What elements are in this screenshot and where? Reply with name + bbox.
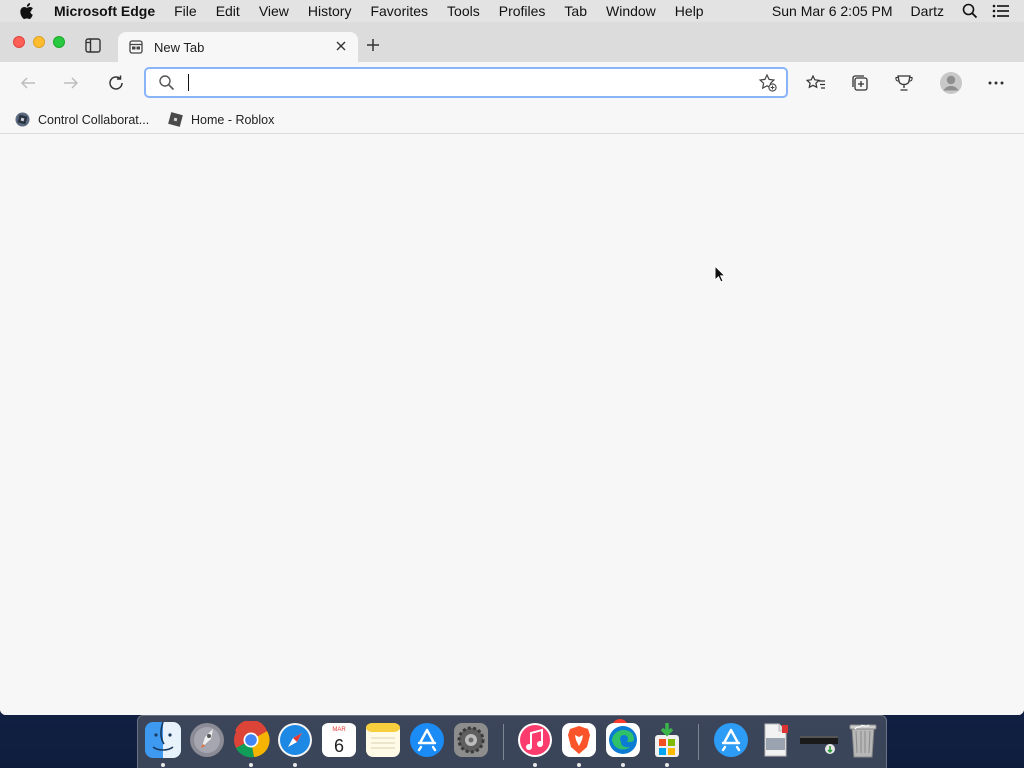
calendar-month: MAR: [332, 727, 346, 733]
roblox-icon: [167, 111, 184, 128]
launchpad-icon[interactable]: [188, 721, 226, 759]
address-input[interactable]: [186, 73, 746, 93]
mouse-cursor-icon: [714, 264, 727, 288]
menu-app-name[interactable]: Microsoft Edge: [54, 3, 155, 19]
menu-view[interactable]: View: [259, 3, 289, 19]
brave-icon[interactable]: [560, 721, 598, 759]
close-tab-icon[interactable]: [335, 40, 347, 52]
dock: MAR6 1: [137, 715, 887, 768]
roblox-studio-icon: [14, 111, 31, 128]
tab-strip: New Tab: [0, 22, 1024, 62]
menu-tab[interactable]: Tab: [564, 3, 587, 19]
favorites-bar: Control Collaborat... Home - Roblox: [0, 104, 1024, 134]
tab-title: New Tab: [154, 39, 205, 55]
installer-icon[interactable]: [648, 721, 686, 759]
app-store-icon[interactable]: [408, 721, 446, 759]
navigation-toolbar: [0, 62, 1024, 104]
app-store-folder-icon[interactable]: [712, 721, 750, 759]
profile-avatar[interactable]: [938, 70, 964, 96]
zoom-window-button[interactable]: [53, 36, 65, 48]
running-indicator: [621, 763, 625, 767]
new-tab-button[interactable]: [365, 37, 383, 55]
notes-icon[interactable]: [364, 721, 402, 759]
collections-button[interactable]: [849, 72, 871, 94]
more-options-icon[interactable]: [985, 72, 1007, 94]
control-center-icon[interactable]: [992, 4, 1010, 18]
menu-bar: Microsoft Edge File Edit View History Fa…: [0, 0, 1024, 22]
text-cursor: [188, 74, 189, 91]
menubar-clock[interactable]: Sun Mar 6 2:05 PM: [772, 3, 893, 19]
calendar-icon[interactable]: MAR 6: [320, 721, 358, 759]
menu-file[interactable]: File: [174, 3, 197, 19]
apple-menu-icon[interactable]: [20, 3, 38, 19]
tab-new-tab[interactable]: New Tab: [118, 32, 358, 62]
running-indicator: [665, 763, 669, 767]
search-icon: [158, 74, 176, 92]
calendar-day: 6: [334, 736, 344, 756]
running-indicator: [533, 763, 537, 767]
chrome-icon[interactable]: [232, 719, 270, 759]
running-indicator: [161, 763, 165, 767]
browser-window: New Tab Control Collaborat... Home - Rob…: [0, 22, 1024, 715]
forward-button[interactable]: [60, 72, 82, 94]
safari-icon[interactable]: [276, 721, 314, 759]
bookmark-item[interactable]: Home - Roblox: [167, 111, 274, 128]
new-tab-page-icon: [129, 40, 143, 54]
bookmark-label: Home - Roblox: [191, 112, 275, 127]
tab-actions-icon[interactable]: [85, 38, 103, 54]
edge-icon[interactable]: [604, 721, 642, 759]
menu-history[interactable]: History: [308, 3, 352, 19]
dock-separator: [698, 724, 699, 760]
add-favorite-icon[interactable]: [758, 73, 778, 93]
menubar-user[interactable]: Dartz: [911, 3, 944, 19]
spotlight-icon[interactable]: [962, 3, 978, 19]
close-window-button[interactable]: [13, 36, 25, 48]
menu-edit[interactable]: Edit: [216, 3, 240, 19]
menu-tools[interactable]: Tools: [447, 3, 480, 19]
bookmark-item[interactable]: Control Collaborat...: [14, 111, 149, 128]
menu-favorites[interactable]: Favorites: [370, 3, 428, 19]
menu-help[interactable]: Help: [675, 3, 704, 19]
menu-profiles[interactable]: Profiles: [499, 3, 546, 19]
running-indicator: [293, 763, 297, 767]
trash-icon[interactable]: [844, 721, 882, 759]
refresh-button[interactable]: [105, 72, 127, 94]
page-content[interactable]: [0, 134, 1024, 715]
favorites-button[interactable]: [805, 72, 827, 94]
dock-separator: [503, 724, 504, 760]
back-button[interactable]: [17, 72, 39, 94]
extensions-button[interactable]: [893, 72, 915, 94]
minimize-window-button[interactable]: [33, 36, 45, 48]
bookmark-label: Control Collaborat...: [38, 112, 150, 127]
disk-image-icon[interactable]: [800, 721, 838, 759]
system-preferences-icon[interactable]: [452, 721, 490, 759]
finder-icon[interactable]: [144, 721, 182, 759]
running-indicator: [249, 763, 253, 767]
menu-window[interactable]: Window: [606, 3, 656, 19]
running-indicator: [577, 763, 581, 767]
address-bar[interactable]: [144, 67, 788, 98]
music-icon[interactable]: [516, 721, 554, 759]
document-icon[interactable]: [756, 721, 794, 759]
